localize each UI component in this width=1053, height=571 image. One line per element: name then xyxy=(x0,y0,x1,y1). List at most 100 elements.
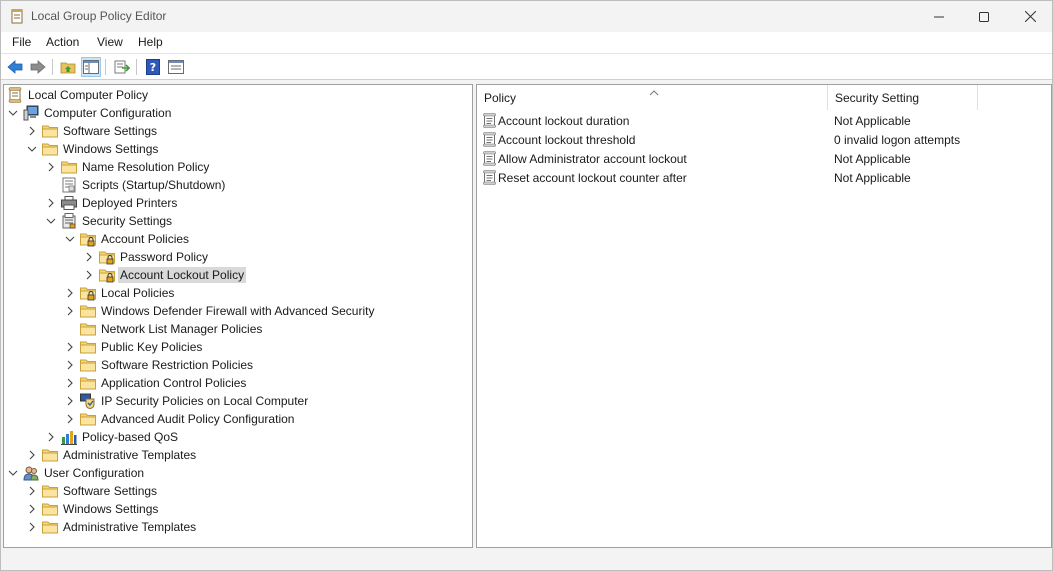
chevron-right-icon[interactable] xyxy=(83,248,95,266)
tree-node-label[interactable]: Administrative Templates xyxy=(61,447,198,463)
tree-node-label[interactable]: Account Policies xyxy=(99,231,191,247)
tree-node-label[interactable]: Software Restriction Policies xyxy=(99,357,255,373)
tree-node[interactable]: Name Resolution Policy xyxy=(45,158,211,176)
tree-node[interactable]: Scripts (Startup/Shutdown) xyxy=(45,176,227,194)
tree-node-label[interactable]: Software Settings xyxy=(61,123,159,139)
tree-node-label[interactable]: Local Policies xyxy=(99,285,176,301)
help-button[interactable]: ? xyxy=(143,57,163,77)
tree-node-label[interactable]: Advanced Audit Policy Configuration xyxy=(99,411,296,427)
minimize-button[interactable] xyxy=(916,1,962,32)
policy-row[interactable]: Account lockout threshold 0 invalid logon… xyxy=(477,130,1051,149)
policy-list-pane[interactable]: Policy Security Setting Account lockout … xyxy=(476,84,1052,548)
tree-node[interactable]: Windows Settings xyxy=(26,500,160,518)
chevron-down-icon[interactable] xyxy=(45,212,57,230)
chevron-down-icon[interactable] xyxy=(7,104,19,122)
tree-node-label[interactable]: Windows Defender Firewall with Advanced … xyxy=(99,303,376,319)
tree-node-label[interactable]: Windows Settings xyxy=(61,141,160,157)
tree-node[interactable]: Administrative Templates xyxy=(26,446,198,464)
column-header-security-setting[interactable]: Security Setting xyxy=(828,85,977,110)
tree-node[interactable]: IP Security Policies on Local Computer xyxy=(64,392,310,410)
tree-node-label[interactable]: Windows Settings xyxy=(61,501,160,517)
tree-node[interactable]: Network List Manager Policies xyxy=(64,320,264,338)
show-hide-tree-button[interactable] xyxy=(81,57,101,77)
tree-node[interactable]: Computer Configuration xyxy=(7,104,173,122)
chevron-right-icon[interactable] xyxy=(45,194,57,212)
chevron-right-icon[interactable] xyxy=(64,374,76,392)
menu-view[interactable]: View xyxy=(95,35,125,49)
chevron-right-icon[interactable] xyxy=(83,266,95,284)
tree-node[interactable]: Software Settings xyxy=(26,482,159,500)
chevron-down-icon[interactable] xyxy=(7,464,19,482)
tree-node[interactable]: Advanced Audit Policy Configuration xyxy=(64,410,296,428)
tree-node-label[interactable]: Account Lockout Policy xyxy=(118,267,247,283)
tree-node-label[interactable]: Local Computer Policy xyxy=(26,87,150,103)
tree-node[interactable]: Account Lockout Policy xyxy=(83,266,247,284)
chevron-right-icon[interactable] xyxy=(64,392,76,410)
tree-node[interactable]: Software Restriction Policies xyxy=(64,356,255,374)
chevron-right-icon[interactable] xyxy=(64,302,76,320)
up-one-level-button[interactable] xyxy=(58,57,78,77)
chevron-down-icon[interactable] xyxy=(26,140,38,158)
tree-node[interactable]: User Configuration xyxy=(7,464,146,482)
tree-node-label[interactable]: Application Control Policies xyxy=(99,375,248,391)
tree-node-label[interactable]: Software Settings xyxy=(61,483,159,499)
menu-help[interactable]: Help xyxy=(136,35,165,49)
title-bar[interactable]: Local Group Policy Editor xyxy=(1,1,1052,32)
maximize-button[interactable] xyxy=(961,1,1007,32)
tree-node-label[interactable]: IP Security Policies on Local Computer xyxy=(99,393,310,409)
chevron-right-icon[interactable] xyxy=(45,158,57,176)
security-settings-icon xyxy=(61,213,77,229)
tree-node-label[interactable]: Public Key Policies xyxy=(99,339,204,355)
chevron-right-icon[interactable] xyxy=(26,122,38,140)
tree-node[interactable]: Public Key Policies xyxy=(64,338,204,356)
chevron-right-icon[interactable] xyxy=(45,428,57,446)
policy-row[interactable]: Account lockout duration Not Applicable xyxy=(477,111,1051,130)
tree-node-label[interactable]: Scripts (Startup/Shutdown) xyxy=(80,177,227,193)
tree-node[interactable]: Deployed Printers xyxy=(45,194,179,212)
tree-node[interactable]: Security Settings xyxy=(45,212,174,230)
back-icon xyxy=(7,60,23,74)
tree-node-label[interactable]: User Configuration xyxy=(42,465,146,481)
tree-node[interactable]: Administrative Templates xyxy=(26,518,198,536)
close-button[interactable] xyxy=(1007,1,1053,32)
console-tree-pane[interactable]: Local Computer Policy Computer Configurat… xyxy=(3,84,473,548)
forward-button[interactable] xyxy=(28,57,48,77)
tree-node-label[interactable]: Deployed Printers xyxy=(80,195,179,211)
chevron-right-icon[interactable] xyxy=(64,338,76,356)
tree-node[interactable]: Application Control Policies xyxy=(64,374,248,392)
chevron-right-icon[interactable] xyxy=(26,446,38,464)
tree-node-label[interactable]: Administrative Templates xyxy=(61,519,198,535)
menu-action[interactable]: Action xyxy=(44,35,81,49)
tree-node[interactable]: Policy-based QoS xyxy=(45,428,180,446)
properties-button[interactable] xyxy=(166,57,186,77)
column-separator[interactable] xyxy=(977,85,978,110)
back-button[interactable] xyxy=(5,57,25,77)
chevron-down-icon[interactable] xyxy=(64,230,76,248)
tree-node[interactable]: Local Policies xyxy=(64,284,176,302)
tree-node-label[interactable]: Name Resolution Policy xyxy=(80,159,211,175)
chevron-right-icon[interactable] xyxy=(64,410,76,428)
tree-node-label[interactable]: Policy-based QoS xyxy=(80,429,180,445)
chevron-right-icon[interactable] xyxy=(64,356,76,374)
tree-node[interactable]: Account Policies xyxy=(64,230,191,248)
column-header-policy-label: Policy xyxy=(484,90,517,105)
tree-node-label[interactable]: Network List Manager Policies xyxy=(99,321,264,337)
tree-node[interactable]: Local Computer Policy xyxy=(7,86,150,104)
tree-node-label[interactable]: Security Settings xyxy=(80,213,174,229)
tree-node[interactable]: Windows Settings xyxy=(26,140,160,158)
chevron-right-icon[interactable] xyxy=(64,284,76,302)
tree-node-label[interactable]: Computer Configuration xyxy=(42,105,173,121)
toolbar-separator xyxy=(105,59,106,75)
chevron-right-icon[interactable] xyxy=(26,518,38,536)
tree-node[interactable]: Software Settings xyxy=(26,122,159,140)
menu-file[interactable]: File xyxy=(10,35,33,49)
tree-node-label[interactable]: Password Policy xyxy=(118,249,210,265)
tree-node[interactable]: Windows Defender Firewall with Advanced … xyxy=(64,302,376,320)
policy-name-cell: Allow Administrator account lockout xyxy=(483,151,689,167)
chevron-right-icon[interactable] xyxy=(26,482,38,500)
export-list-button[interactable] xyxy=(112,57,132,77)
tree-node[interactable]: Password Policy xyxy=(83,248,210,266)
policy-row[interactable]: Reset account lockout counter after Not A… xyxy=(477,168,1051,187)
policy-row[interactable]: Allow Administrator account lockout Not A… xyxy=(477,149,1051,168)
chevron-right-icon[interactable] xyxy=(26,500,38,518)
